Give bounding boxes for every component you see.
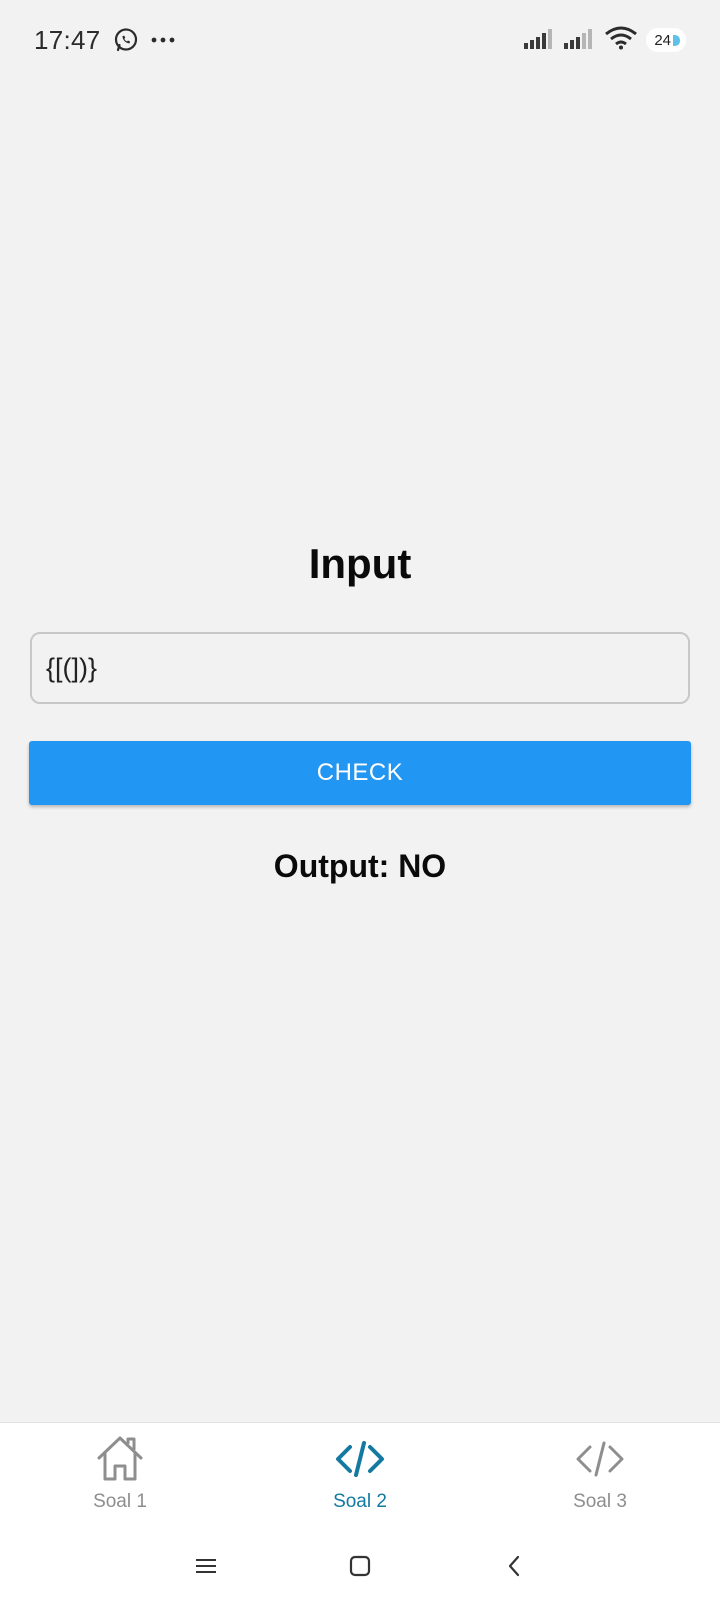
code-icon: [574, 1433, 626, 1485]
home-icon: [94, 1433, 146, 1485]
status-bar: 17:47 24: [0, 0, 720, 80]
bottom-tab-bar: Soal 1 Soal 2 Soal 3: [0, 1422, 720, 1532]
system-nav-bar: [0, 1532, 720, 1600]
wifi-icon: [604, 26, 638, 55]
app-screen: 17:47 24 Input {[(])} CHECK Output: NO S…: [0, 0, 720, 1600]
status-left: 17:47: [34, 25, 175, 56]
menu-icon[interactable]: [176, 1546, 236, 1586]
tab-label: Soal 3: [573, 1491, 627, 1512]
page-title: Input: [308, 540, 412, 587]
signal-icon: [564, 27, 596, 54]
tab-soal-3[interactable]: Soal 3: [480, 1423, 720, 1532]
tab-label: Soal 2: [333, 1491, 387, 1512]
battery-icon: 24: [646, 28, 686, 52]
whatsapp-icon: [113, 27, 139, 53]
code-icon: [334, 1433, 386, 1485]
home-square-icon[interactable]: [330, 1546, 390, 1586]
tab-soal-2[interactable]: Soal 2: [240, 1423, 480, 1532]
back-icon[interactable]: [484, 1546, 544, 1586]
tab-label: Soal 1: [93, 1491, 147, 1512]
status-time: 17:47: [34, 24, 101, 55]
tab-soal-1[interactable]: Soal 1: [0, 1423, 240, 1532]
more-dots-icon: [151, 36, 175, 44]
check-button[interactable]: CHECK: [29, 741, 691, 805]
signal-icon: [524, 27, 556, 54]
battery-tip: [673, 34, 680, 46]
output-text: Output: NO: [273, 848, 447, 884]
bracket-input[interactable]: [30, 632, 690, 704]
battery-level: 24: [654, 31, 671, 49]
status-right: 24: [524, 26, 686, 55]
